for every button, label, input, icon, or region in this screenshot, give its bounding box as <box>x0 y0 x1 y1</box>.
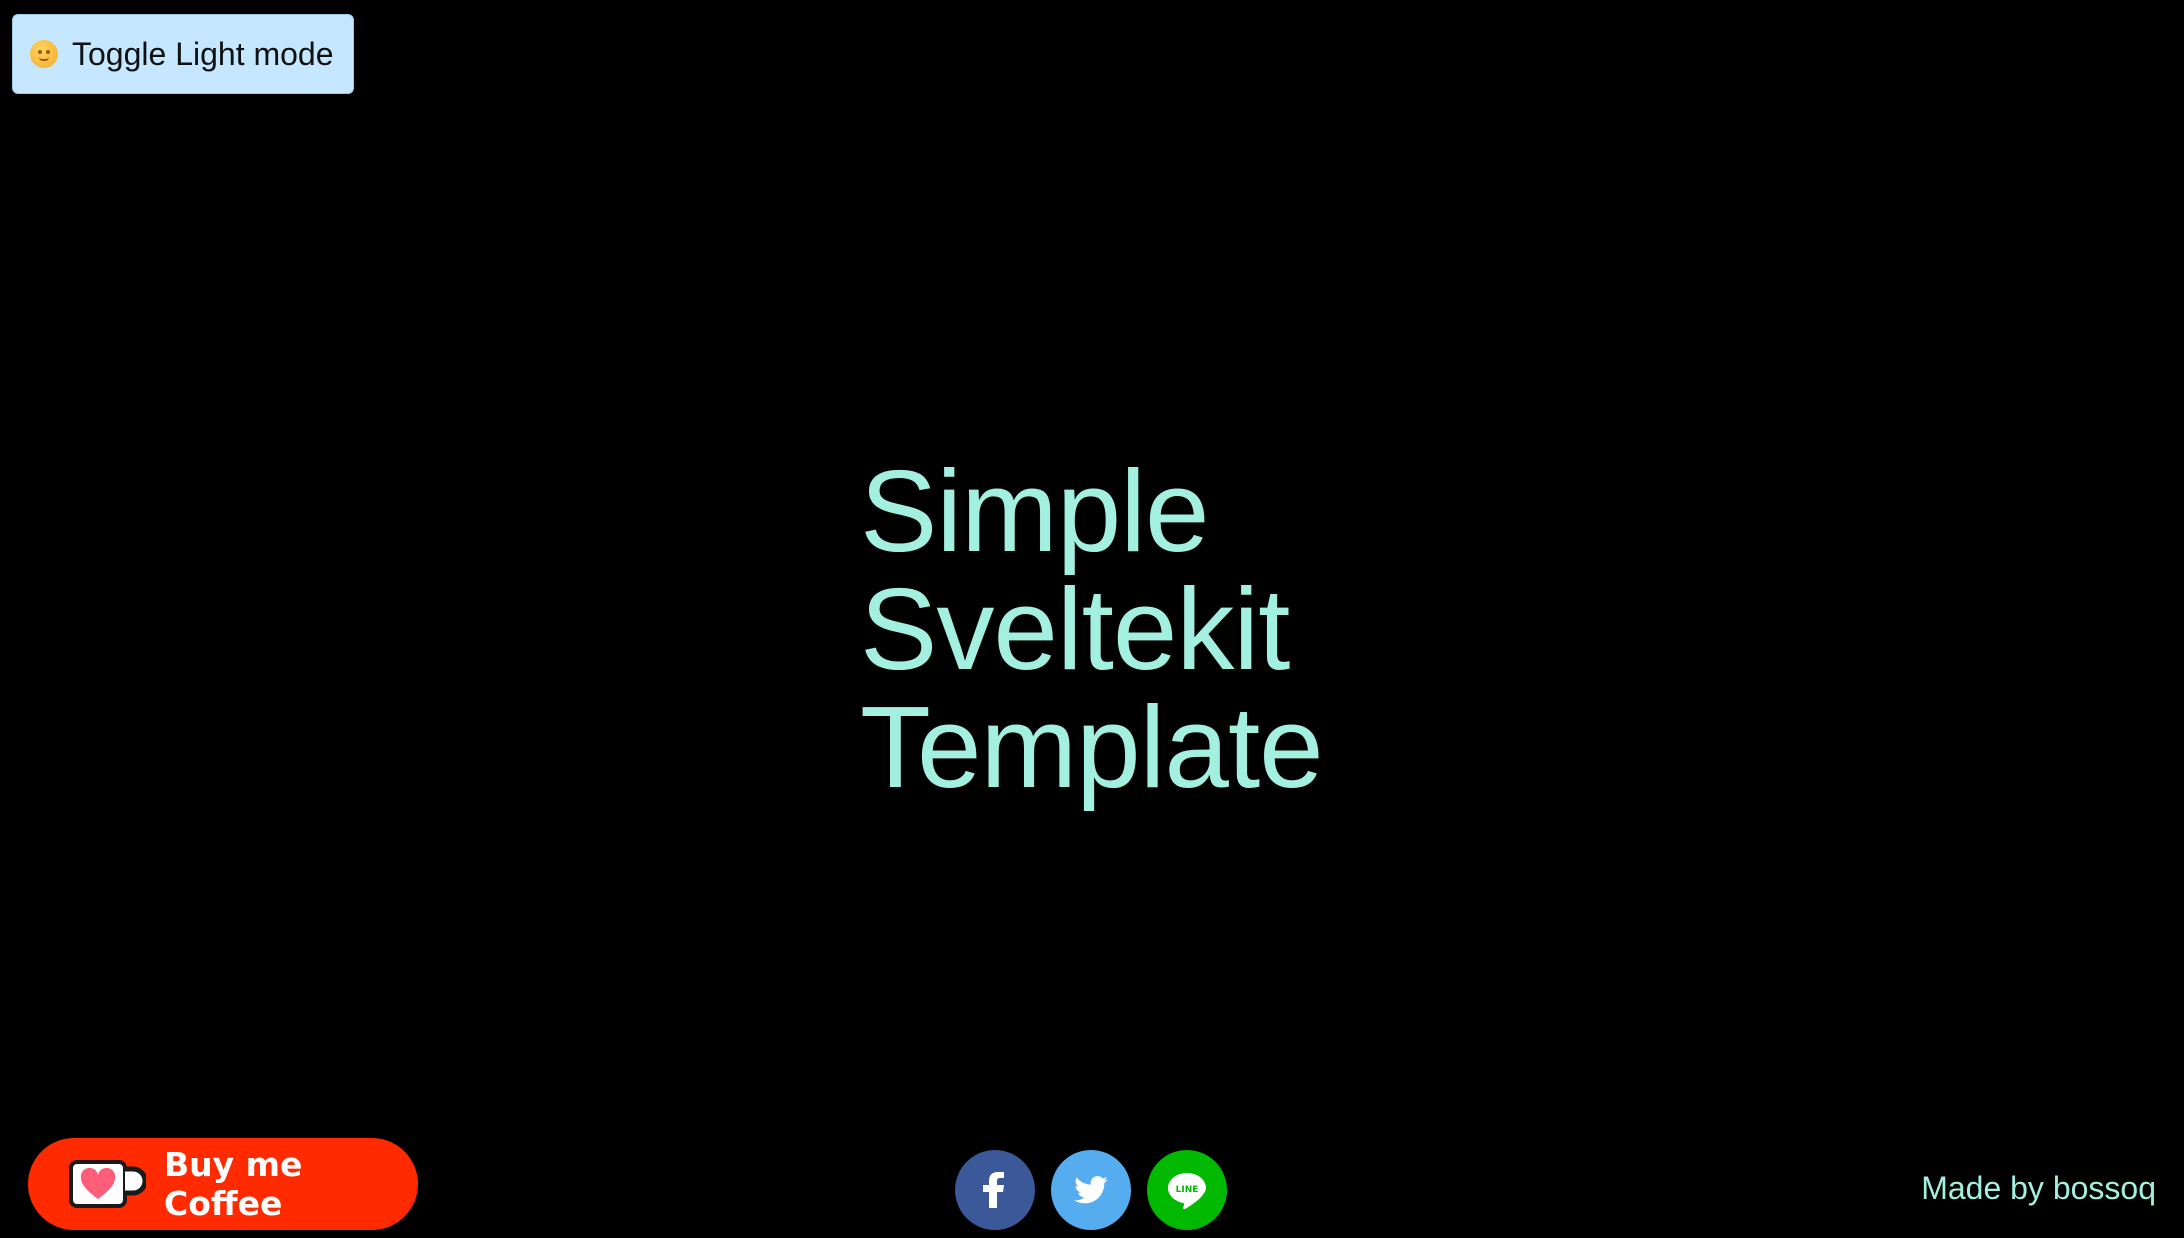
title-line-1: Simple <box>860 446 1210 576</box>
toggle-label: Toggle Light mode <box>72 35 334 72</box>
share-twitter-button[interactable] <box>1051 1150 1131 1230</box>
ko-fi-cup-icon <box>69 1160 146 1208</box>
sun-face-icon <box>30 40 58 68</box>
credit-text: Made by bossoq <box>1921 1170 2156 1206</box>
line-icon: LINE <box>1168 1173 1206 1209</box>
facebook-icon <box>983 1172 1004 1208</box>
buy-me-coffee-label: Buy me Coffee <box>164 1145 303 1223</box>
share-facebook-button[interactable] <box>955 1150 1035 1230</box>
buy-me-coffee-button[interactable]: Buy me Coffee <box>28 1138 418 1230</box>
twitter-icon <box>1074 1176 1108 1204</box>
toggle-light-mode-button[interactable]: Toggle Light mode <box>12 14 354 94</box>
title-line-3: Template <box>860 682 1324 812</box>
title-line-2: Sveltekit <box>860 564 1290 694</box>
share-line-button[interactable]: LINE <box>1147 1150 1227 1230</box>
line-glyph: LINE <box>1176 1185 1199 1195</box>
page: Toggle Light mode Simple Sveltekit Templ… <box>0 0 2184 1238</box>
page-title: Simple Sveltekit Template <box>860 446 1324 812</box>
